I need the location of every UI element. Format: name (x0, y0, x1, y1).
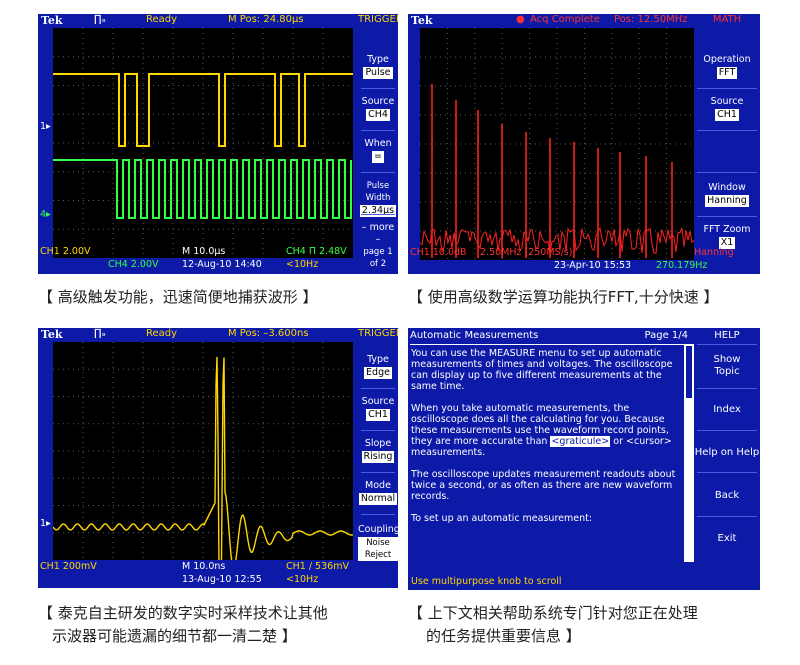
timebase: M 10.0µs (182, 246, 226, 257)
edge-waveform-display (53, 342, 353, 560)
tek-logo: Tek (41, 328, 63, 341)
ch4-ground-marker: 4▸ (40, 209, 51, 220)
help-paragraph: The oscilloscope updates measurement rea… (411, 469, 676, 502)
ch1-ground-marker: 1▸ (40, 121, 51, 132)
menu-title: MATH (712, 14, 742, 25)
menu-item-index[interactable]: Index (694, 404, 760, 416)
date-time: 12-Aug-10 14:40 (182, 259, 262, 270)
tek-logo: Tek (411, 14, 433, 27)
menu-item-back[interactable]: Back (694, 490, 760, 502)
help-scrollbar[interactable] (684, 344, 694, 562)
menu-item-type[interactable]: Type Pulse (358, 54, 398, 79)
graticule (53, 28, 353, 258)
ch4-scale: CH4 2.00V (108, 259, 159, 270)
menu-item-show-topic[interactable]: Show Topic (702, 354, 752, 378)
ch1-scale: CH1 200mV (40, 561, 97, 572)
ch1-ground-marker: 1▸ (40, 518, 51, 529)
acq-status: Ready (146, 328, 178, 339)
date-time: 23-Apr-10 15:53 (554, 260, 632, 271)
menu-item-mode[interactable]: Mode Normal (358, 480, 398, 505)
fft-scale: CH1 10.0dB (410, 247, 467, 258)
ch4-trace (53, 159, 352, 219)
menu-title: TRIGGER (358, 328, 398, 339)
menu-title: TRIGGER (358, 14, 398, 25)
pulse-trigger-screen: Tek ∏ₔ Ready M Pos: 24.80µs TRIGGER 1▸ 4… (38, 14, 398, 274)
caption-realtime-sampling-1: 【 泰克自主研发的数字实时采样技术让其他 (38, 604, 328, 622)
help-screen: Automatic Measurements Page 1/4 You can … (408, 328, 760, 590)
menu-item-source[interactable]: Source CH1 (694, 96, 760, 121)
main-position: M Pos: 24.80µs (228, 14, 304, 25)
trigger-level: CH1 ∕ 536mV (286, 561, 349, 572)
fft-window-label: Hanning (694, 247, 734, 258)
caption-realtime-sampling-2: 示波器可能遗漏的细节都一清二楚 】 (52, 627, 297, 645)
trigger-symbol: ∏ₔ (94, 14, 106, 25)
scroll-thumb[interactable] (686, 346, 692, 398)
help-header: Automatic Measurements Page 1/4 (410, 330, 694, 344)
help-topic-title: Automatic Measurements (410, 330, 539, 341)
help-footer: Use multipurpose knob to scroll (411, 576, 562, 587)
caption-context-help-2: 的任务提供重要信息 】 (426, 627, 581, 645)
menu-item-source[interactable]: Source CH1 (358, 396, 398, 421)
trigger-frequency: <10Hz (286, 574, 319, 585)
menu-item-exit[interactable]: Exit (694, 533, 760, 545)
menu-title: HELP (714, 330, 740, 341)
menu-item-more[interactable]: – more – page 1 of 2 (358, 222, 398, 270)
help-paragraph: To set up an automatic measurement: (411, 513, 593, 524)
help-menu: HELP Show Topic Index Help on Help Back … (694, 328, 760, 590)
help-paragraph: You can use the MEASURE menu to set up a… (411, 348, 673, 392)
main-position: M Pos: –3.600ns (228, 328, 309, 339)
fft-frequency-scale: 2.50MHz (250MS/s) (480, 247, 573, 258)
edge-trigger-screen: Tek ∏ₔ Ready M Pos: –3.600ns TRIGGER 1▸ … (38, 328, 398, 588)
acq-status: Acq Complete (530, 14, 600, 25)
ch1-scale: CH1 2.00V (40, 246, 91, 257)
timebase: M 10.0ns (182, 561, 226, 572)
menu-item-pulse-width[interactable]: Pulse Width 2.34µs (358, 180, 398, 217)
date-time: 13-Aug-10 12:55 (182, 574, 262, 585)
caption-advanced-trigger: 【 高级触发功能，迅速简便地捕获波形 】 (38, 288, 318, 306)
acq-status: Ready (146, 14, 178, 25)
status-bar: Tek ● Acq Complete Pos: 12.50MHz (408, 14, 728, 28)
menu-item-source[interactable]: Source CH4 (358, 96, 398, 121)
trigger-symbol: ∏ₔ (94, 328, 106, 339)
fft-screen: Tek ● Acq Complete Pos: 12.50MHz MATH Op… (408, 14, 760, 274)
pulse-waveform-display (53, 28, 353, 258)
menu-item-type[interactable]: Type Edge (358, 354, 398, 379)
menu-item-help-on-help[interactable]: Help on Help (694, 447, 760, 459)
record-dot-icon: ● (516, 14, 525, 25)
trigger-frequency: <10Hz (286, 259, 319, 270)
menu-item-slope[interactable]: Slope Rising (358, 438, 398, 463)
position: Pos: 12.50MHz (614, 14, 688, 25)
tek-logo: Tek (41, 14, 63, 27)
graticule (420, 28, 694, 260)
caption-fft: 【 使用高级数学运算功能执行FFT,十分快速 】 (408, 288, 719, 306)
menu-item-coupling[interactable]: Coupling Noise Reject (358, 524, 398, 561)
menu-item-window[interactable]: Window Hanning (694, 182, 760, 207)
status-bar: Tek ∏ₔ Ready M Pos: 24.80µs (38, 14, 358, 28)
trigger-level: CH4 Π 2.48V (286, 246, 347, 257)
help-page-indicator: Page 1/4 (644, 330, 688, 341)
graticule (53, 342, 353, 560)
help-body: You can use the MEASURE menu to set up a… (411, 348, 683, 588)
fft-spectrum-display (420, 28, 694, 260)
menu-item-when[interactable]: When = (358, 138, 398, 163)
graticule-link[interactable]: <graticule> (550, 436, 611, 447)
trigger-frequency: 270.179Hz (656, 260, 708, 271)
menu-item-operation[interactable]: Operation FFT (694, 54, 760, 79)
ch1-trace (53, 73, 353, 147)
help-paragraph: When you take automatic measurements, th… (411, 403, 672, 458)
status-bar: Tek ∏ₔ Ready M Pos: –3.600ns (38, 328, 358, 342)
menu-item-fft-zoom[interactable]: FFT Zoom X1 (694, 224, 760, 249)
caption-context-help-1: 【 上下文相关帮助系统专门针对您正在处理 (408, 604, 698, 622)
